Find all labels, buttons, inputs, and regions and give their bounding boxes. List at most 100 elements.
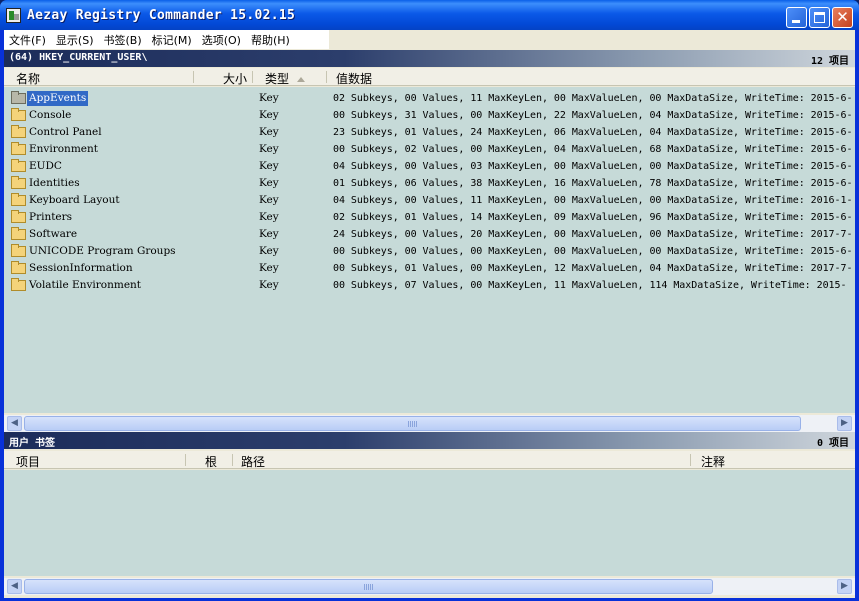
list-item[interactable]: Identities Key 01 Subkeys, 06 Values, 38… <box>4 175 855 192</box>
folder-icon <box>11 193 26 206</box>
scroll-thumb[interactable] <box>24 416 801 431</box>
folder-icon <box>11 210 26 223</box>
list-item[interactable]: Printers Key 02 Subkeys, 01 Values, 14 M… <box>4 209 855 226</box>
key-name: Identities <box>29 177 80 189</box>
bookmarks-count: 0 项目 <box>816 438 849 449</box>
column-divider[interactable] <box>690 454 691 466</box>
maximize-button[interactable] <box>809 7 830 28</box>
list-item[interactable]: Environment Key 00 Subkeys, 02 Values, 0… <box>4 141 855 158</box>
key-name: SessionInformation <box>29 262 133 274</box>
registry-list-header: 名称 大小 类型 值数据 <box>4 68 855 86</box>
scroll-right-icon[interactable]: ▶ <box>837 579 852 594</box>
column-path[interactable]: 路径 <box>241 451 265 469</box>
key-name: UNICODE Program Groups <box>29 245 176 257</box>
column-item[interactable]: 项目 <box>16 451 40 469</box>
folder-icon <box>11 227 26 240</box>
menu-mark[interactable]: 标记(M) <box>147 30 197 49</box>
bookmark-list-header: 项目 根 路径 注释 <box>4 451 855 469</box>
list-item[interactable]: Keyboard Layout Key 04 Subkeys, 00 Value… <box>4 192 855 209</box>
key-name: Volatile Environment <box>29 279 142 291</box>
list-item[interactable]: UNICODE Program Groups Key 00 Subkeys, 0… <box>4 243 855 260</box>
column-divider[interactable] <box>185 454 186 466</box>
list-item[interactable]: EUDC Key 04 Subkeys, 00 Values, 03 MaxKe… <box>4 158 855 175</box>
folder-icon <box>11 91 26 104</box>
key-data: 00 Subkeys, 02 Values, 00 MaxKeyLen, 04 … <box>333 144 853 155</box>
key-data: 00 Subkeys, 01 Values, 00 MaxKeyLen, 12 … <box>333 263 853 274</box>
list-item[interactable]: AppEvents Key 02 Subkeys, 00 Values, 11 … <box>4 90 855 107</box>
column-divider[interactable] <box>232 454 233 466</box>
column-data[interactable]: 值数据 <box>336 68 372 86</box>
registry-app-icon[interactable] <box>6 8 21 23</box>
column-divider[interactable] <box>193 71 194 83</box>
window-title: Aezay Registry Commander 15.02.15 <box>27 8 296 23</box>
path-bar: (64) HKEY_CURRENT_USER\ 12 项目 <box>4 50 855 67</box>
key-data: 02 Subkeys, 01 Values, 14 MaxKeyLen, 09 … <box>333 212 853 223</box>
list-item[interactable]: Software Key 24 Subkeys, 00 Values, 20 M… <box>4 226 855 243</box>
column-type-label: 类型 <box>265 72 290 86</box>
scroll-right-icon[interactable]: ▶ <box>837 416 852 431</box>
key-type: Key <box>259 143 279 155</box>
column-root[interactable]: 根 <box>205 451 217 469</box>
key-type: Key <box>259 109 279 121</box>
list-item[interactable]: SessionInformation Key 00 Subkeys, 01 Va… <box>4 260 855 277</box>
title-bar[interactable]: Aezay Registry Commander 15.02.15 ✕ <box>0 0 859 30</box>
menu-view[interactable]: 显示(S) <box>51 30 99 49</box>
key-type: Key <box>259 92 279 104</box>
key-type: Key <box>259 177 279 189</box>
folder-icon <box>11 278 26 291</box>
key-data: 04 Subkeys, 00 Values, 03 MaxKeyLen, 00 … <box>333 161 853 172</box>
minimize-button[interactable] <box>786 7 807 28</box>
bookmark-list[interactable] <box>4 470 855 576</box>
key-name: Keyboard Layout <box>29 194 120 206</box>
item-count: 12 项目 <box>810 56 849 67</box>
folder-icon <box>11 244 26 257</box>
key-data: 01 Subkeys, 06 Values, 38 MaxKeyLen, 16 … <box>333 178 853 189</box>
key-data: 02 Subkeys, 00 Values, 11 MaxKeyLen, 00 … <box>333 93 853 104</box>
menu-help[interactable]: 帮助(H) <box>246 30 295 49</box>
maximize-icon <box>814 12 825 23</box>
key-type: Key <box>259 126 279 138</box>
current-path: (64) HKEY_CURRENT_USER\ <box>9 52 148 63</box>
list-item[interactable]: Console Key 00 Subkeys, 31 Values, 00 Ma… <box>4 107 855 124</box>
key-name: Printers <box>29 211 73 223</box>
key-data: 23 Subkeys, 01 Values, 24 MaxKeyLen, 06 … <box>333 127 853 138</box>
menu-bookmarks[interactable]: 书签(B) <box>99 30 147 49</box>
folder-icon <box>11 125 26 138</box>
registry-key-list[interactable]: AppEvents Key 02 Subkeys, 00 Values, 11 … <box>4 87 855 413</box>
key-name: Console <box>29 109 72 121</box>
key-type: Key <box>259 245 279 257</box>
bookmark-horizontal-scrollbar[interactable]: ◀ ▶ <box>4 578 855 595</box>
menu-file[interactable]: 文件(F) <box>4 30 51 49</box>
column-divider[interactable] <box>326 71 327 83</box>
key-name: AppEvents <box>27 91 89 106</box>
folder-icon <box>11 159 26 172</box>
sort-ascending-icon <box>297 77 306 82</box>
column-note[interactable]: 注释 <box>701 451 725 469</box>
menu-options[interactable]: 选项(O) <box>197 30 246 49</box>
key-data: 24 Subkeys, 00 Values, 20 MaxKeyLen, 00 … <box>333 229 853 240</box>
column-name[interactable]: 名称 <box>16 68 40 86</box>
registry-horizontal-scrollbar[interactable]: ◀ ▶ <box>4 415 855 432</box>
column-size[interactable]: 大小 <box>223 68 247 86</box>
key-name: EUDC <box>29 160 62 172</box>
column-type[interactable]: 类型 <box>265 68 306 86</box>
folder-icon <box>11 142 26 155</box>
grip-icon <box>364 584 374 590</box>
scroll-left-icon[interactable]: ◀ <box>7 579 22 594</box>
app-window: Aezay Registry Commander 15.02.15 ✕ 文件(F… <box>0 0 859 601</box>
scroll-left-icon[interactable]: ◀ <box>7 416 22 431</box>
close-button[interactable]: ✕ <box>832 7 853 28</box>
column-divider[interactable] <box>252 71 253 83</box>
list-item[interactable]: Volatile Environment Key 00 Subkeys, 07 … <box>4 277 855 294</box>
key-data: 04 Subkeys, 00 Values, 11 MaxKeyLen, 00 … <box>333 195 853 206</box>
client-area: 文件(F) 显示(S) 书签(B) 标记(M) 选项(O) 帮助(H) (64)… <box>4 30 855 598</box>
key-name: Control Panel <box>29 126 102 138</box>
key-data: 00 Subkeys, 07 Values, 00 MaxKeyLen, 11 … <box>333 280 847 291</box>
key-name: Software <box>29 228 78 240</box>
scroll-thumb[interactable] <box>24 579 713 594</box>
key-type: Key <box>259 194 279 206</box>
bookmarks-title: 用户 书签 <box>9 438 56 449</box>
grip-icon <box>408 421 418 427</box>
list-item[interactable]: Control Panel Key 23 Subkeys, 01 Values,… <box>4 124 855 141</box>
key-type: Key <box>259 262 279 274</box>
